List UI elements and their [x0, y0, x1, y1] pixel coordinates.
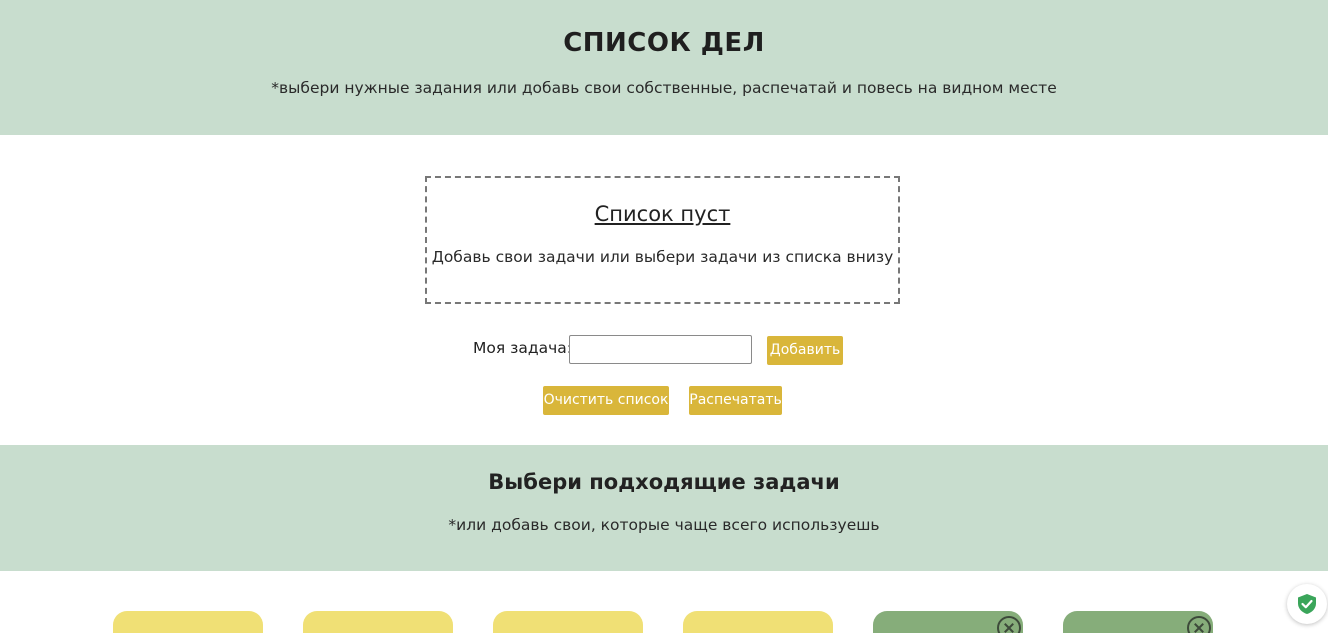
task-card[interactable] [303, 611, 453, 633]
task-card[interactable] [113, 611, 263, 633]
empty-list-box: Список пуст Добавь свои задачи или выбер… [425, 176, 900, 304]
shield-check-icon [1298, 594, 1316, 614]
close-circle-icon[interactable] [1187, 616, 1211, 633]
close-circle-icon[interactable] [997, 616, 1021, 633]
task-card[interactable] [873, 611, 1023, 633]
print-button[interactable]: Распечатать [689, 386, 782, 415]
empty-list-title: Список пуст [594, 202, 731, 226]
page-subtitle: *выбери нужные задания или добавь свои с… [271, 79, 1057, 97]
choose-tasks-band: Выбери подходящие задачи *или добавь сво… [0, 445, 1328, 571]
my-task-label: Моя задача: [473, 339, 572, 357]
task-card[interactable] [683, 611, 833, 633]
shield-check-button[interactable] [1287, 584, 1327, 624]
choose-tasks-subtitle: *или добавь свои, которые чаще всего исп… [448, 516, 880, 534]
choose-tasks-title: Выбери подходящие задачи [488, 470, 840, 494]
add-task-button[interactable]: Добавить [767, 336, 843, 365]
empty-list-text: Добавь свои задачи или выбери задачи из … [431, 248, 894, 266]
page-title: СПИСОК ДЕЛ [563, 28, 765, 58]
task-card[interactable] [493, 611, 643, 633]
clear-list-button[interactable]: Очистить список [543, 386, 669, 415]
task-card[interactable] [1063, 611, 1213, 633]
header-band: СПИСОК ДЕЛ *выбери нужные задания или до… [0, 0, 1328, 135]
my-task-input[interactable] [569, 335, 752, 364]
